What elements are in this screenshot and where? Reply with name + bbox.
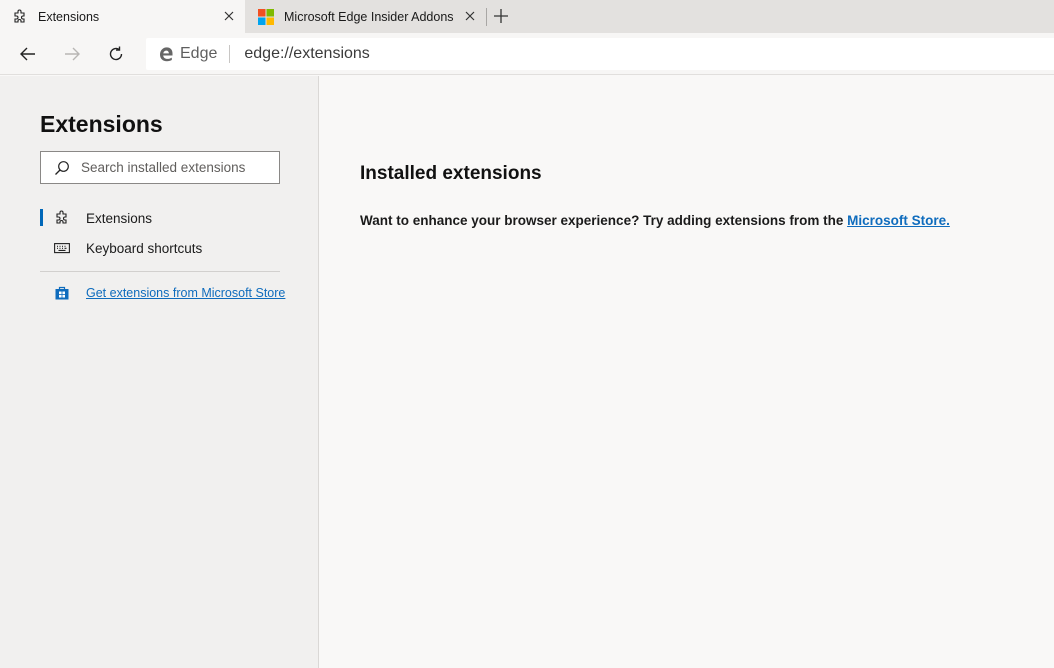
microsoft-logo-icon (258, 8, 274, 25)
forward-button[interactable] (60, 42, 84, 66)
refresh-button[interactable] (104, 42, 128, 66)
section-title: Installed extensions (360, 163, 542, 184)
search-icon (54, 160, 70, 176)
main-content: Installed extensions Want to enhance you… (320, 76, 1054, 668)
address-bar[interactable]: Edge edge://extensions (146, 38, 1054, 70)
get-extensions-link[interactable]: Get extensions from Microsoft Store (40, 281, 285, 305)
search-input[interactable] (79, 159, 269, 176)
sidebar-item-label: Extensions (86, 210, 153, 226)
back-button[interactable] (16, 42, 40, 66)
tab-microsoft-edge-insider-addons[interactable]: Microsoft Edge Insider Addons (246, 0, 486, 33)
sidebar-item-keyboard-shortcuts[interactable]: Keyboard shortcuts (40, 236, 280, 260)
sidebar-item-label: Keyboard shortcuts (86, 240, 203, 256)
site-label: Edge (180, 45, 218, 62)
search-box[interactable] (40, 151, 280, 184)
navigation-toolbar: Edge edge://extensions (0, 33, 1054, 75)
tab-extensions[interactable]: Extensions (0, 0, 245, 33)
store-link-label[interactable]: Get extensions from Microsoft Store (86, 286, 285, 300)
keyboard-icon (54, 240, 70, 256)
page-title: Extensions (40, 111, 163, 137)
sidebar-item-extensions[interactable]: Extensions (40, 206, 280, 230)
message-text: Want to enhance your browser experience?… (360, 213, 848, 228)
tab-title: Extensions (38, 9, 100, 24)
puzzle-icon (12, 9, 28, 25)
tab-title: Microsoft Edge Insider Addons (284, 9, 454, 24)
close-icon[interactable] (221, 8, 237, 24)
address-separator (229, 45, 231, 63)
tab-strip: Extensions Microsoft Edge Insider Addons (0, 0, 1054, 33)
arrow-left-icon (20, 47, 35, 61)
sidebar: Extensions Extensions Keyboard shortcuts… (0, 76, 319, 668)
selected-indicator (40, 209, 43, 226)
new-tab-button[interactable] (491, 6, 511, 26)
edge-logo-icon (158, 46, 174, 62)
store-bag-icon (54, 285, 70, 301)
refresh-icon (109, 46, 123, 61)
microsoft-store-link[interactable]: Microsoft Store. (847, 213, 950, 228)
puzzle-icon (54, 210, 70, 226)
plus-icon (494, 9, 508, 23)
url-text[interactable]: edge://extensions (244, 45, 369, 63)
tab-separator (486, 8, 487, 26)
empty-state-message: Want to enhance your browser experience?… (360, 213, 950, 228)
close-icon[interactable] (462, 8, 478, 24)
arrow-right-icon (65, 47, 80, 61)
divider (40, 271, 280, 272)
